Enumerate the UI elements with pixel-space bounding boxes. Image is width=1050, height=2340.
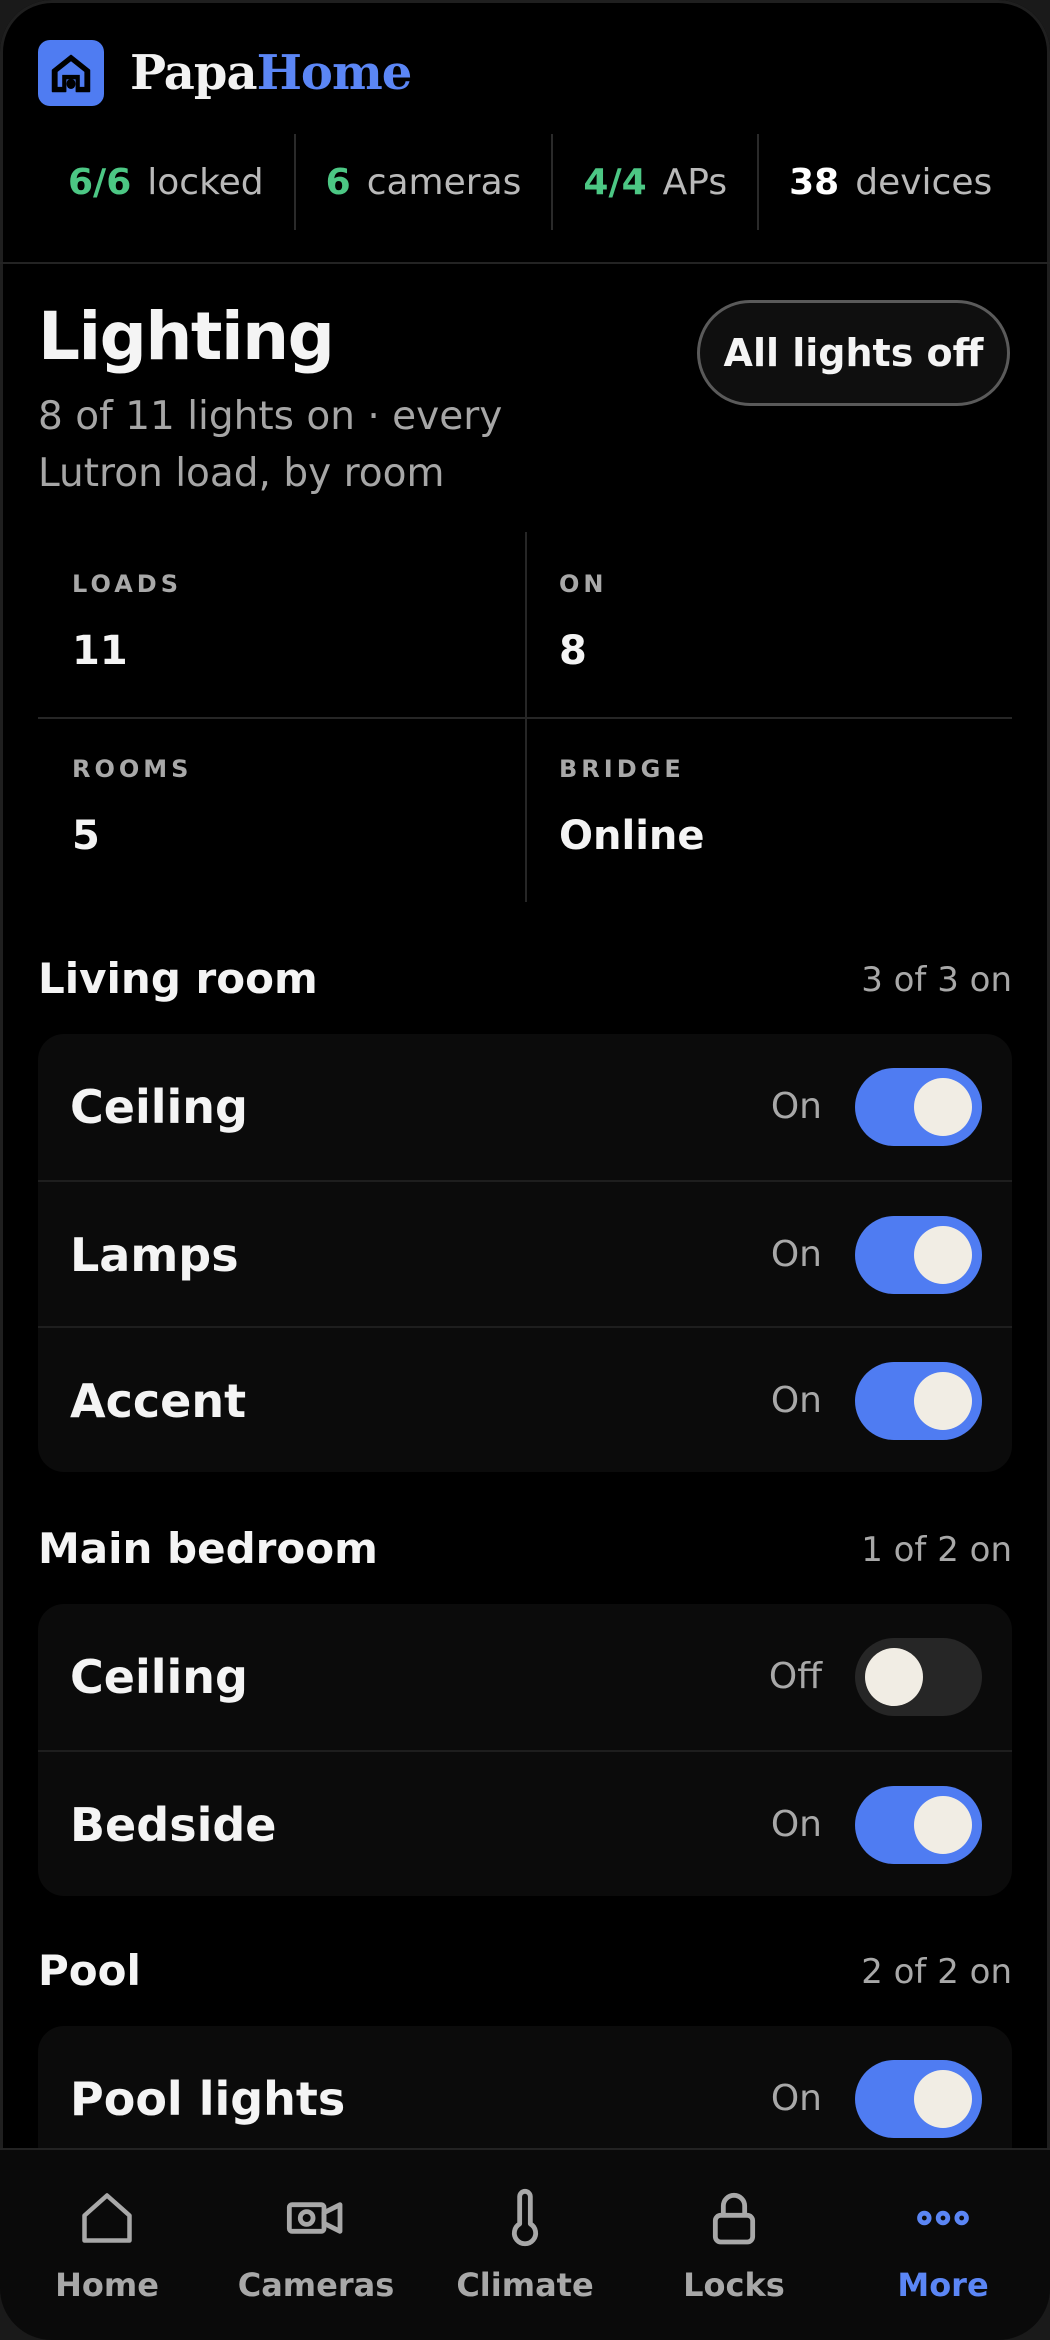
stat-devices[interactable]: 38 devices — [757, 134, 1022, 230]
nav-item-more[interactable]: More — [838, 2150, 1048, 2340]
room-count: 3 of 3 on — [861, 960, 1012, 1000]
room-card-main-bedroom: Ceiling Off Bedside On — [38, 1604, 1012, 1896]
nav-label: Home — [55, 2266, 159, 2304]
stat-label: locked — [147, 161, 264, 203]
summary-grid: LOADS 11 ON 8 ROOMS 5 BRIDGE Online — [38, 532, 1012, 902]
light-state: On — [770, 1804, 822, 1845]
light-state: On — [770, 1234, 822, 1275]
brand[interactable]: PapaHome — [38, 38, 413, 108]
all-lights-off-button[interactable]: All lights off — [697, 300, 1010, 406]
house-logo-icon — [38, 40, 104, 106]
light-name: Lamps — [70, 1228, 239, 1282]
stat-label: devices — [855, 161, 993, 203]
nav-label: Cameras — [237, 2266, 395, 2304]
stat-label: cameras — [366, 161, 522, 203]
light-row[interactable]: Ceiling Off — [38, 1604, 1012, 1750]
summary-label: ON — [559, 570, 608, 598]
light-toggle[interactable] — [855, 1216, 982, 1294]
more-icon — [911, 2186, 975, 2250]
nav-label: Locks — [683, 2266, 785, 2304]
light-name: Ceiling — [70, 1080, 248, 1134]
light-row[interactable]: Lamps On — [38, 1180, 1012, 1326]
summary-label: BRIDGE — [559, 755, 685, 783]
toggle-knob — [914, 2070, 972, 2128]
summary-value: 5 — [72, 813, 100, 859]
stat-label: APs — [662, 161, 728, 203]
stat-value: 4/4 — [583, 161, 647, 203]
room-name: Living room — [38, 954, 318, 1003]
nav-item-climate[interactable]: Climate — [420, 2150, 630, 2340]
status-strip: 6/6 locked 6 cameras 4/4 APs 38 devices — [38, 134, 1018, 230]
light-toggle[interactable] — [855, 2060, 982, 2138]
room-header-main-bedroom: Main bedroom 1 of 2 on — [38, 1524, 1012, 1584]
light-toggle[interactable] — [855, 1786, 982, 1864]
nav-item-home[interactable]: Home — [2, 2150, 212, 2340]
summary-rooms: ROOMS 5 — [38, 717, 525, 902]
thermometer-icon — [493, 2186, 557, 2250]
room-header-living-room: Living room 3 of 3 on — [38, 954, 1012, 1014]
light-row[interactable]: Accent On — [38, 1326, 1012, 1472]
summary-label: ROOMS — [72, 755, 193, 783]
stat-value: 38 — [789, 161, 840, 203]
stat-cameras[interactable]: 6 cameras — [293, 134, 552, 230]
app-frame: PapaHome 6/6 locked 6 cameras 4/4 APs 38 dev… — [0, 0, 1050, 2340]
stat-value: 6/6 — [68, 161, 132, 203]
room-header-pool: Pool 2 of 2 on — [38, 1946, 1012, 2006]
page-title: Lighting — [38, 298, 335, 375]
summary-value: 8 — [559, 628, 587, 674]
room-name: Pool — [38, 1946, 141, 1995]
summary-value: 11 — [72, 628, 128, 674]
light-state: On — [770, 2078, 822, 2119]
bottom-nav: Home Cameras Climate Locks More — [0, 2148, 1050, 2340]
lock-icon — [702, 2186, 766, 2250]
brand-name: PapaHome — [130, 45, 413, 101]
light-name: Accent — [70, 1374, 247, 1428]
summary-loads: LOADS 11 — [38, 532, 525, 717]
light-row[interactable]: Ceiling On — [38, 1034, 1012, 1180]
room-card-pool: Pool lights On — [38, 2026, 1012, 2148]
nav-item-locks[interactable]: Locks — [629, 2150, 839, 2340]
room-count: 2 of 2 on — [861, 1952, 1012, 1992]
page-subtitle: 8 of 11 lights on · every Lutron load, b… — [38, 394, 503, 496]
nav-label: More — [897, 2266, 989, 2304]
light-toggle[interactable] — [855, 1068, 982, 1146]
stat-aps[interactable]: 4/4 APs — [551, 134, 757, 230]
room-card-living-room: Ceiling On Lamps On Accent On — [38, 1034, 1012, 1472]
summary-label: LOADS — [72, 570, 182, 598]
stat-value: 6 — [325, 161, 351, 203]
header-divider — [0, 262, 1050, 264]
room-name: Main bedroom — [38, 1524, 378, 1573]
camera-icon — [284, 2186, 348, 2250]
scroll-content[interactable]: PapaHome 6/6 locked 6 cameras 4/4 APs 38 dev… — [0, 0, 1050, 2148]
brand-name-part2: Home — [256, 45, 413, 101]
grid-divider — [38, 717, 1012, 719]
nav-label: Climate — [456, 2266, 594, 2304]
light-toggle[interactable] — [855, 1638, 982, 1716]
light-state: On — [770, 1380, 822, 1421]
home-icon — [75, 2186, 139, 2250]
light-toggle[interactable] — [855, 1362, 982, 1440]
light-state: Off — [768, 1656, 822, 1697]
nav-item-cameras[interactable]: Cameras — [211, 2150, 421, 2340]
room-count: 1 of 2 on — [861, 1530, 1012, 1570]
stat-locked[interactable]: 6/6 locked — [38, 134, 294, 230]
light-name: Pool lights — [70, 2072, 346, 2126]
summary-bridge: BRIDGE Online — [525, 717, 1012, 902]
brand-name-part1: Papa — [130, 45, 258, 101]
summary-value: Online — [559, 813, 705, 859]
toggle-knob — [914, 1372, 972, 1430]
light-state: On — [770, 1086, 822, 1127]
light-row[interactable]: Pool lights On — [38, 2026, 1012, 2148]
toggle-knob — [914, 1078, 972, 1136]
toggle-knob — [914, 1226, 972, 1284]
toggle-knob — [914, 1796, 972, 1854]
light-name: Bedside — [70, 1798, 277, 1852]
light-name: Ceiling — [70, 1650, 248, 1704]
light-row[interactable]: Bedside On — [38, 1750, 1012, 1896]
toggle-knob — [865, 1648, 923, 1706]
summary-on: ON 8 — [525, 532, 1012, 717]
